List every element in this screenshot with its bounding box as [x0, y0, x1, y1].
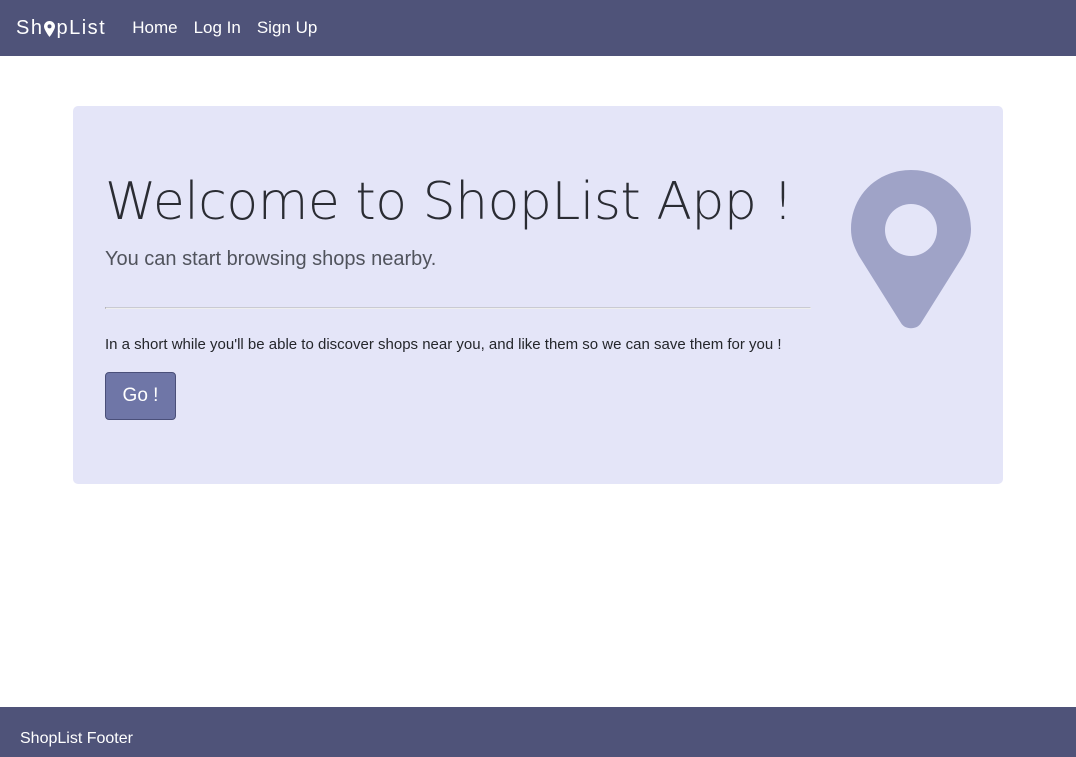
- description-text: In a short while you'll be able to disco…: [105, 336, 782, 353]
- map-marker-icon: [851, 170, 971, 329]
- page: Sh pList Home Log In Sign Up Welcome to …: [0, 0, 1076, 757]
- welcome-jumbotron: Welcome to ShopList App ! You can start …: [73, 106, 1003, 484]
- footer: ShopList Footer: [0, 707, 1076, 757]
- navbar: Sh pList Home Log In Sign Up: [0, 0, 1076, 56]
- nav-link-signup[interactable]: Sign Up: [257, 18, 317, 38]
- brand-suffix: pList: [56, 16, 107, 39]
- brand-logo[interactable]: Sh pList: [16, 17, 106, 40]
- lead-text: You can start browsing shops nearby.: [105, 248, 437, 270]
- nav-link-login[interactable]: Log In: [194, 18, 241, 38]
- brand-prefix: Sh: [16, 16, 44, 39]
- divider: [105, 307, 811, 309]
- page-title: Welcome to ShopList App !: [105, 172, 793, 232]
- nav-link-home[interactable]: Home: [132, 18, 177, 38]
- footer-text: ShopList Footer: [20, 730, 133, 747]
- nav-links: Home Log In Sign Up: [132, 18, 333, 38]
- go-button[interactable]: Go !: [105, 372, 176, 420]
- map-pin-icon: [44, 21, 56, 37]
